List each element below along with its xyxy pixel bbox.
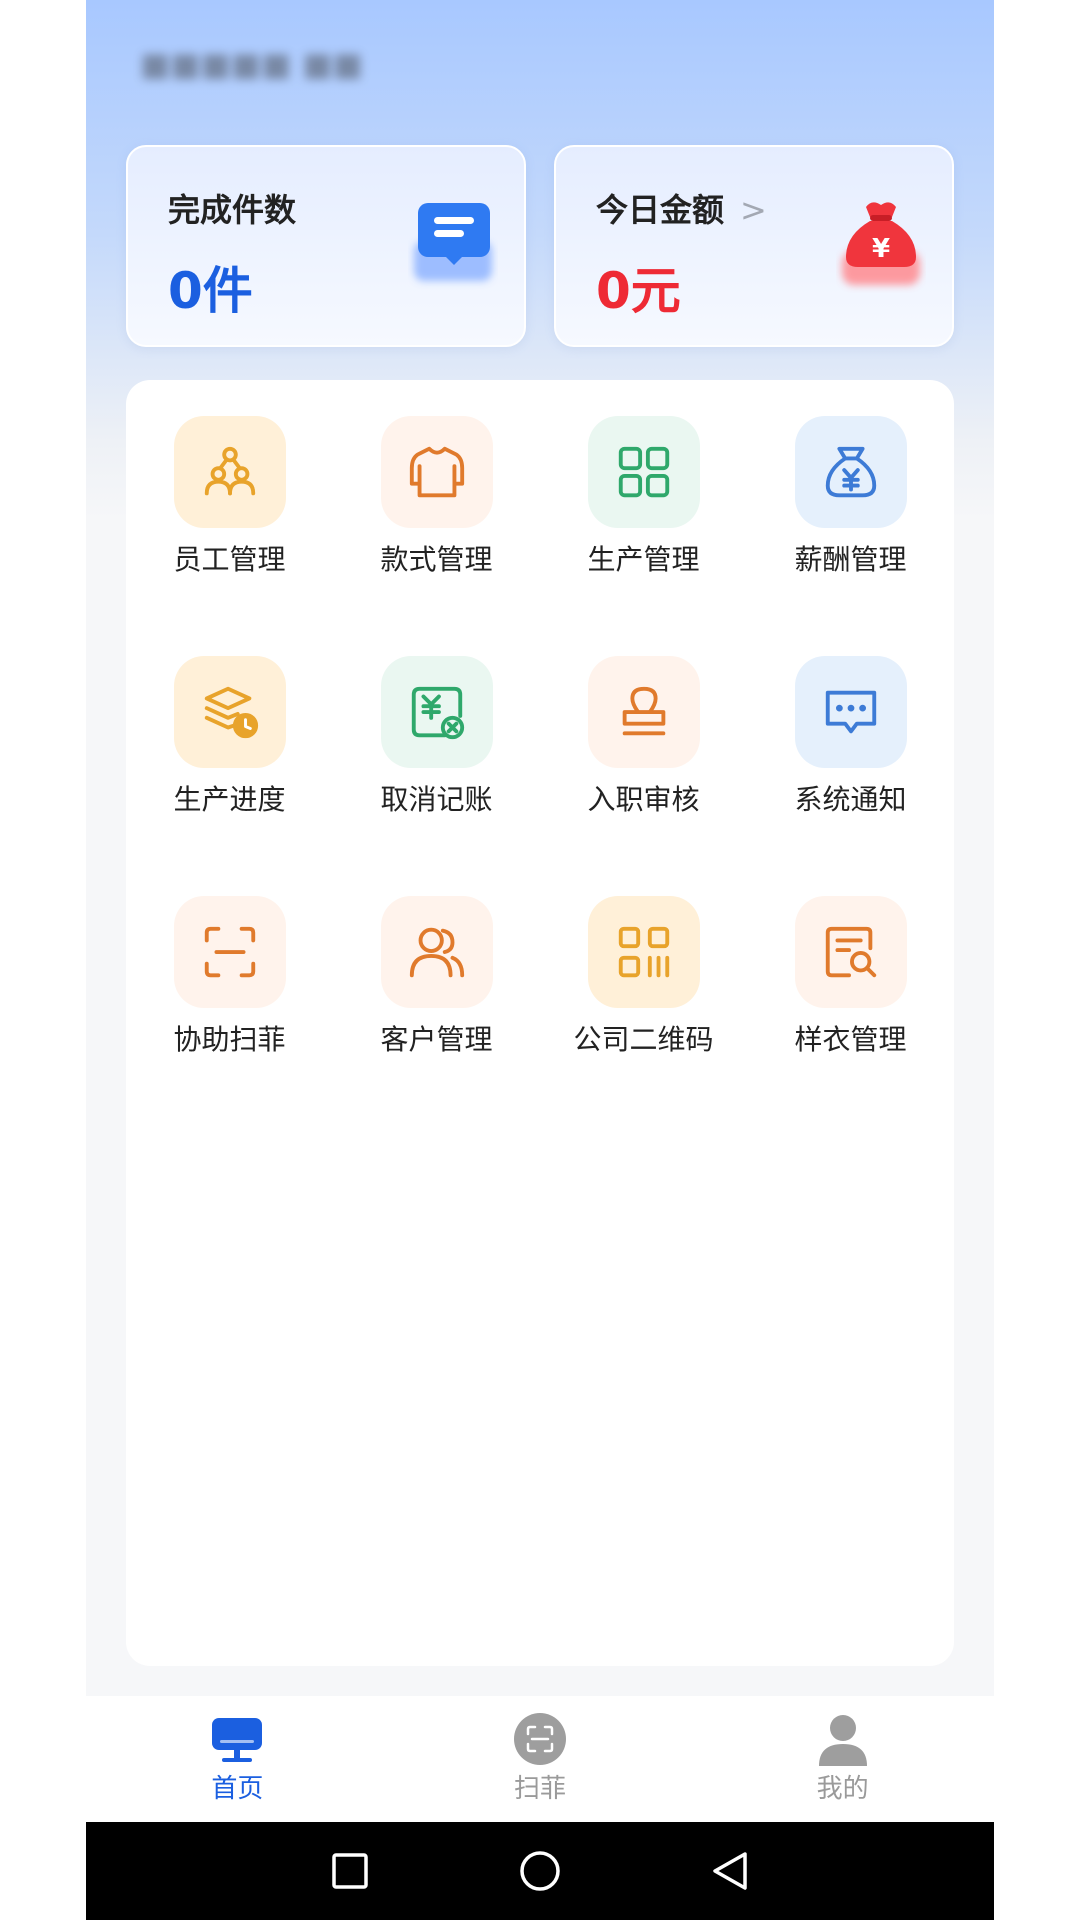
menu-item-label: 协助扫菲: [173, 1023, 286, 1056]
menu-item-staff[interactable]: 员工管理: [126, 416, 333, 656]
menu-item-progress[interactable]: 生产进度: [126, 656, 333, 896]
menu-item-customers[interactable]: 客户管理: [333, 896, 540, 1136]
menu-item-assist-scan[interactable]: 协助扫菲: [126, 896, 333, 1136]
menu-item-label: 生产进度: [173, 783, 286, 816]
menu-item-label: 入职审核: [587, 783, 700, 816]
garment-sweater-icon: [380, 416, 493, 528]
menu-item-label: 系统通知: [794, 783, 907, 816]
document-search-icon: [794, 896, 907, 1008]
svg-text:¥: ¥: [872, 234, 890, 264]
chevron-right-icon: >: [740, 191, 767, 229]
message-box-icon: [408, 197, 498, 293]
tab-home[interactable]: 首页: [86, 1696, 389, 1822]
menu-item-label: 薪酬管理: [794, 543, 907, 576]
menu-item-label: 款式管理: [380, 543, 493, 576]
menu-item-onboarding[interactable]: 入职审核: [540, 656, 747, 896]
message-bubble-icon: [794, 656, 907, 768]
qr-code-icon: [587, 896, 700, 1008]
function-menu-card: 员工管理 款式管理 生产管理 薪酬管理 生产进度 取消记账 入职审核 系统通知 …: [126, 380, 954, 1666]
tab-label: 扫菲: [514, 1774, 567, 1804]
menu-item-label: 公司二维码: [573, 1023, 714, 1056]
completed-count-label: 完成件数: [168, 191, 297, 229]
menu-item-cancel-bill[interactable]: 取消记账: [333, 656, 540, 896]
today-amount-label: 今日金额: [596, 191, 725, 229]
company-name: ■■■■■ ■■: [140, 45, 363, 83]
tab-mine[interactable]: 我的: [691, 1696, 994, 1822]
today-amount-card[interactable]: 今日金额 > 0元 ¥: [554, 145, 954, 347]
menu-item-label: 样衣管理: [794, 1023, 907, 1056]
cancel-bill-icon: [380, 656, 493, 768]
today-amount-label-row: 今日金额 >: [596, 185, 767, 231]
layers-clock-icon: [173, 656, 286, 768]
recents-button[interactable]: [255, 1852, 445, 1890]
tab-label: 首页: [211, 1774, 264, 1804]
stamp-icon: [587, 656, 700, 768]
scan-icon: [514, 1713, 566, 1765]
monitor-icon: [212, 1718, 263, 1762]
function-menu-grid: 员工管理 款式管理 生产管理 薪酬管理 生产进度 取消记账 入职审核 系统通知 …: [126, 416, 954, 1136]
circle-icon: [520, 1851, 560, 1891]
square-icon: [332, 1853, 368, 1889]
scan-frame-icon: [173, 896, 286, 1008]
menu-item-company-qr[interactable]: 公司二维码: [540, 896, 747, 1136]
today-amount-value: 0元: [596, 262, 681, 320]
money-bag-icon: [794, 416, 907, 528]
menu-item-samples[interactable]: 样衣管理: [747, 896, 954, 1136]
menu-item-label: 生产管理: [587, 543, 700, 576]
completed-count-value: 0件: [168, 262, 253, 320]
menu-item-styles[interactable]: 款式管理: [333, 416, 540, 656]
menu-item-salary[interactable]: 薪酬管理: [747, 416, 954, 656]
completed-count-card[interactable]: 完成件数 0件: [126, 145, 526, 347]
bottom-tab-bar: 首页 扫菲 我的: [86, 1696, 994, 1822]
customers-icon: [380, 896, 493, 1008]
staff-group-icon: [173, 416, 286, 528]
menu-item-label: 取消记账: [380, 783, 493, 816]
menu-item-label: 客户管理: [380, 1023, 493, 1056]
system-navigation-bar: [86, 1822, 994, 1920]
back-button[interactable]: [635, 1850, 825, 1892]
tab-label: 我的: [816, 1774, 869, 1804]
tab-scan[interactable]: 扫菲: [389, 1696, 692, 1822]
triangle-back-icon: [713, 1852, 747, 1890]
home-button[interactable]: [445, 1850, 635, 1892]
app-screen: ■■■■■ ■■ 完成件数 0件 今日金额 > 0元 ¥ 员工管理 款式管理 生…: [86, 0, 994, 1920]
user-icon: [818, 1715, 867, 1766]
menu-item-label: 员工管理: [173, 543, 286, 576]
red-money-bag-icon: ¥: [836, 197, 926, 293]
menu-item-production[interactable]: 生产管理: [540, 416, 747, 656]
menu-item-notifications[interactable]: 系统通知: [747, 656, 954, 896]
grid-apps-icon: [587, 416, 700, 528]
